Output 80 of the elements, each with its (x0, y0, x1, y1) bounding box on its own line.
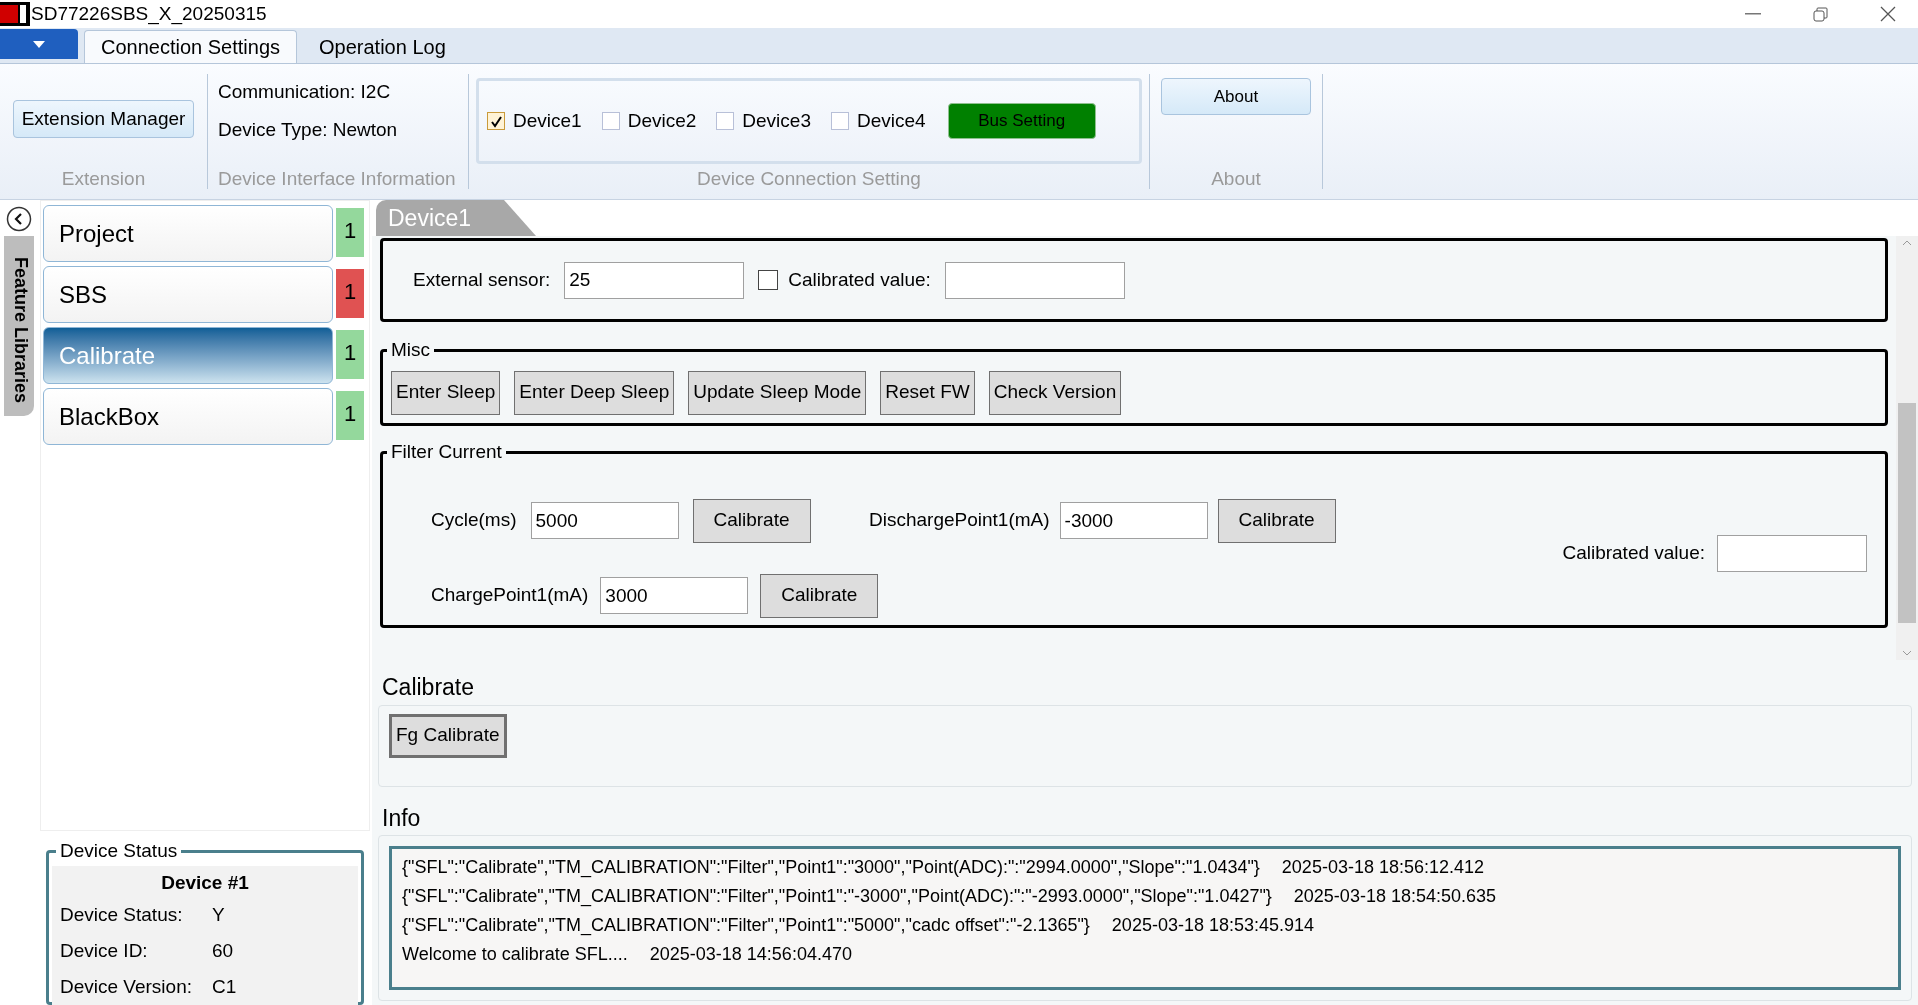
minimize-icon[interactable] (1745, 13, 1761, 15)
field-label: Calibrated value: (1562, 540, 1705, 565)
status-value: 60 (212, 939, 234, 964)
action-button[interactable]: Check Version (988, 370, 1122, 415)
device-label: Device3 (742, 108, 811, 133)
log-time: 2025-03-18 14:56:04.470 (649, 943, 852, 966)
about-button[interactable]: About (1161, 78, 1311, 115)
count-badge: 1 (336, 391, 364, 440)
calibrated-field[interactable] (944, 261, 1125, 299)
info-text: Device Type: Newton (218, 118, 399, 142)
log-message: Welcome to calibrate SFL.... (402, 943, 628, 966)
group-caption: About (1211, 166, 1261, 191)
charge-field[interactable]: 3000 (600, 577, 749, 614)
close-icon[interactable] (1880, 6, 1896, 22)
restore-icon[interactable] (1813, 6, 1828, 22)
log-time: 2025-03-18 18:54:50.635 (1293, 885, 1496, 908)
status-label: Device Version: (60, 975, 193, 1000)
status-value: Y (212, 903, 225, 928)
field-label: Cycle(ms) (431, 508, 517, 533)
status-value: C1 (212, 975, 237, 1000)
scroll-up-icon[interactable] (1902, 240, 1912, 246)
device-label: Device1 (513, 108, 582, 133)
status-label: Device Status: (60, 903, 184, 928)
action-button[interactable]: Reset FW (880, 370, 975, 415)
collapse-icon[interactable] (6, 206, 32, 232)
log-message: {"SFL":"Calibrate","TM_CALIBRATION":"Filter","Point1":"5000","cadc offset":"-2.1365"} (402, 914, 1090, 938)
window-title: SD77226SBS_X_20250315 (31, 1, 267, 27)
library-item[interactable]: SBS (43, 266, 333, 323)
calibrate-button[interactable]: Calibrate (1217, 498, 1336, 543)
field-label: External sensor: (413, 267, 551, 292)
group-caption: Extension (61, 166, 146, 191)
action-button[interactable]: Enter Deep Sleep (514, 370, 675, 415)
dropdown-icon (33, 40, 45, 48)
checkmark-icon (489, 114, 503, 128)
device-checkbox[interactable] (487, 112, 505, 130)
device-name: Device #1 (160, 870, 250, 895)
status-label: Device ID: (60, 939, 149, 964)
action-button[interactable]: Update Sleep Mode (688, 370, 867, 415)
library-item[interactable]: Project (43, 205, 333, 262)
group-caption: Device Interface Information (218, 166, 457, 191)
scrollbar[interactable] (1896, 236, 1918, 660)
info-text: Communication: I2C (218, 80, 392, 104)
section-title: Info (381, 803, 422, 833)
group-title: Filter Current (390, 440, 503, 464)
calibrate-button[interactable]: Calibrate (760, 573, 879, 618)
bus-setting-button[interactable]: Bus Setting (947, 103, 1096, 139)
discharge-field[interactable]: -3000 (1059, 502, 1208, 539)
field-label: ChargePoint1(mA) (431, 583, 589, 608)
count-badge: 1 (336, 330, 364, 379)
action-button[interactable]: Enter Sleep (391, 370, 501, 415)
calibrated-field[interactable] (1717, 534, 1867, 572)
ribbon-tab[interactable]: Connection Settings (84, 30, 297, 63)
fg-calibrate-button[interactable]: Fg Calibrate (389, 713, 507, 758)
cycle-field[interactable]: 5000 (530, 502, 679, 539)
sensor-field[interactable]: 25 (564, 261, 745, 299)
count-badge: 1 (336, 269, 364, 318)
log-time: 2025-03-18 18:53:45.914 (1111, 914, 1315, 937)
field-label: DischargePoint1(mA) (869, 508, 1050, 533)
device-checkbox[interactable] (601, 112, 620, 130)
calibrated-checkbox[interactable] (758, 270, 779, 290)
app-menu-button[interactable] (0, 29, 78, 59)
log-message: {"SFL":"Calibrate","TM_CALIBRATION":"Filter","Point1":"-3000","Point(ADC):":"-2993.0000","Slope":"1.0427"} (402, 885, 1272, 909)
device-label: Device2 (627, 108, 697, 133)
section-title: Calibrate (381, 673, 476, 702)
count-badge: 1 (336, 208, 364, 257)
scroll-down-icon[interactable] (1902, 650, 1912, 656)
ribbon-tab[interactable]: Operation Log (303, 30, 462, 63)
log-time: 2025-03-18 18:56:12.412 (1281, 856, 1485, 879)
group-caption: Device Connection Setting (697, 166, 921, 191)
group-title: Misc (390, 338, 432, 362)
device-checkbox[interactable] (830, 112, 849, 130)
log-message: {"SFL":"Calibrate","TM_CALIBRATION":"Filter","Point1":"3000","Point(ADC):":"2994.0000","Slope":"1.0434"} (402, 856, 1260, 880)
device-checkbox[interactable] (716, 112, 735, 130)
extension-manager-button[interactable]: Extension Manager (12, 100, 195, 138)
calibrate-button[interactable]: Calibrate (692, 498, 811, 543)
device-label: Device4 (856, 108, 926, 133)
panel-title: Device Status (59, 839, 179, 863)
library-item[interactable]: BlackBox (43, 388, 333, 445)
feature-libraries-tab[interactable]: Feature Libraries (4, 236, 34, 416)
field-label: Calibrated value: (788, 267, 931, 292)
